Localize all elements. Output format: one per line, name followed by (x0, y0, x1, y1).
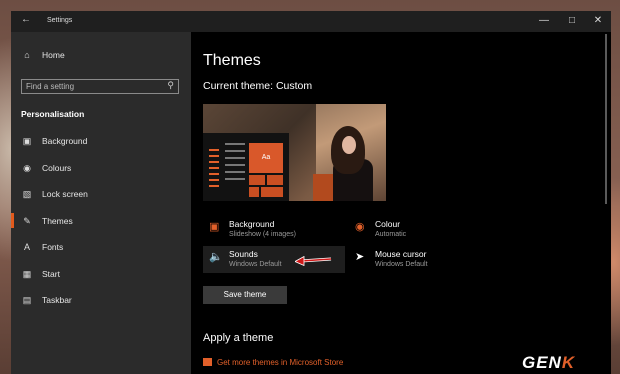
theme-colour-option[interactable]: ◉ Colour Automatic (349, 216, 491, 243)
preview-start-list (207, 145, 221, 197)
search-input[interactable] (26, 81, 158, 92)
option-value: Slideshow (4 images) (229, 231, 296, 238)
option-name: Mouse cursor (375, 249, 427, 259)
search-box[interactable]: ⚲ (21, 79, 179, 94)
apply-theme-heading: Apply a theme (203, 332, 274, 344)
sidebar-item-fonts[interactable]: A Fonts (21, 242, 63, 252)
scrollbar[interactable] (605, 34, 607, 204)
red-arrow-annotation-icon (295, 256, 332, 266)
picture-icon: ▣ (22, 136, 32, 146)
theme-mouse-cursor-option[interactable]: ➤ Mouse cursor Windows Default (349, 246, 491, 273)
sidebar-item-lock-screen[interactable]: ▧ Lock screen (21, 189, 88, 200)
theme-preview: Aa (203, 104, 386, 201)
option-name: Colour (375, 219, 401, 229)
preview-small-tiles (249, 175, 283, 197)
theme-background-option[interactable]: ▣ Background Slideshow (4 images) (203, 216, 345, 243)
palette-icon: ◉ (355, 221, 365, 233)
sidebar-item-label: Taskbar (42, 295, 72, 305)
sidebar-item-taskbar[interactable]: ▤ Taskbar (21, 295, 72, 306)
sidebar: ⌂ Home ⚲ Personalisation ▣ Background ◉ Col… (11, 32, 191, 374)
search-icon[interactable]: ⚲ (167, 80, 174, 91)
font-icon: A (23, 242, 30, 252)
sidebar-item-label: Themes (42, 216, 73, 226)
home-icon: ⌂ (24, 50, 30, 60)
preview-menu-lines (225, 143, 245, 193)
option-name: Background (229, 219, 275, 229)
watermark-text: GEN (522, 353, 562, 372)
preview-start-menu: Aa (203, 133, 289, 201)
option-value: Automatic (375, 231, 407, 238)
back-arrow-icon[interactable]: ← (21, 14, 31, 25)
option-value: Windows Default (375, 261, 428, 268)
picture-icon: ▣ (209, 221, 220, 233)
preview-photo-face (342, 136, 356, 154)
taskbar-icon: ▤ (22, 295, 32, 305)
sidebar-item-themes[interactable]: ✎ Themes (11, 213, 73, 228)
monitor-icon: ▧ (22, 189, 32, 199)
store-bag-icon (203, 358, 212, 366)
brush-icon: ✎ (23, 216, 31, 226)
palette-icon: ◉ (23, 163, 31, 173)
section-heading: Personalisation (21, 109, 85, 119)
start-icon: ▦ (22, 269, 32, 279)
store-link-label: Get more themes in Microsoft Store (217, 358, 344, 367)
nav-home-label: Home (42, 50, 65, 60)
close-button[interactable]: ✕ (585, 11, 611, 32)
sidebar-item-label: Fonts (42, 242, 64, 252)
sidebar-item-label: Start (42, 269, 60, 279)
sidebar-item-background[interactable]: ▣ Background (21, 136, 88, 147)
watermark-text-k: K (561, 353, 576, 372)
main-content: Themes Current theme: Custom Aa ▣ Backgr… (191, 32, 611, 374)
sidebar-item-label: Background (42, 136, 88, 146)
maximize-button[interactable]: □ (559, 11, 585, 32)
sidebar-item-label: Colours (42, 163, 72, 173)
sidebar-item-start[interactable]: ▦ Start (21, 269, 60, 280)
sidebar-item-label: Lock screen (42, 189, 88, 199)
preview-tile: Aa (249, 143, 283, 173)
window-title: Settings (47, 17, 73, 24)
nav-home[interactable]: ⌂ Home (21, 50, 65, 60)
current-theme-label: Current theme: Custom (203, 80, 313, 92)
cursor-icon: ➤ (355, 251, 365, 263)
option-name: Sounds (229, 249, 258, 259)
settings-window: ← Settings — □ ✕ ⌂ Home ⚲ Personalisation… (11, 11, 611, 374)
option-value: Windows Default (229, 261, 282, 268)
genk-watermark-logo: GENK (522, 353, 575, 373)
sidebar-item-colours[interactable]: ◉ Colours (21, 163, 71, 174)
minimize-button[interactable]: — (531, 11, 557, 32)
title-bar: ← Settings — □ ✕ (11, 11, 611, 32)
page-title: Themes (203, 52, 261, 69)
save-theme-button[interactable]: Save theme (203, 286, 287, 304)
speaker-icon: 🔈 (209, 251, 223, 263)
theme-sounds-option[interactable]: 🔈 Sounds Windows Default (203, 246, 345, 273)
store-link[interactable]: Get more themes in Microsoft Store (203, 358, 343, 367)
